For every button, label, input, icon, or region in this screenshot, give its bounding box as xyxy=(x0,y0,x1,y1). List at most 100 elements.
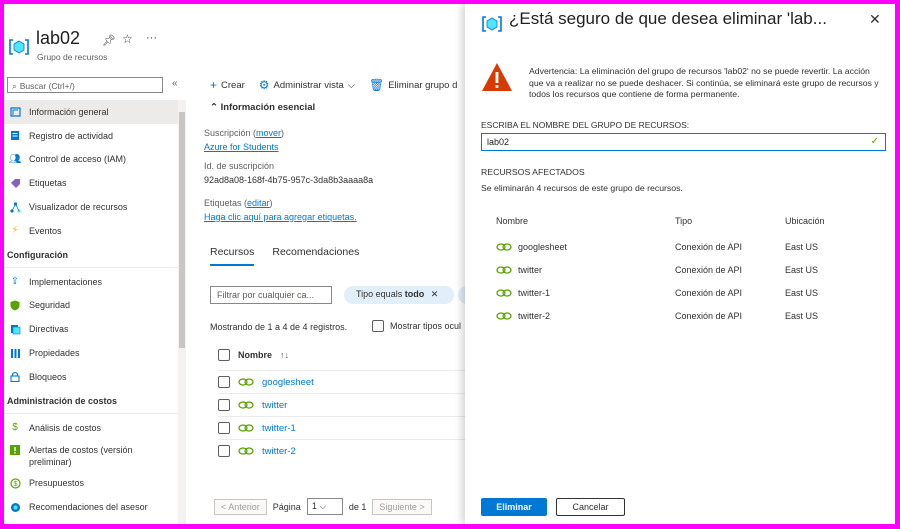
edit-tags-link[interactable]: editar xyxy=(247,198,270,208)
close-icon[interactable]: ✕ xyxy=(431,289,439,299)
scrollbar-thumb[interactable] xyxy=(179,112,185,348)
shield-icon xyxy=(9,299,21,311)
records-count: Mostrando de 1 a 4 de 4 registros. xyxy=(210,322,348,332)
table-row[interactable]: twitter-1 xyxy=(218,416,478,439)
page-subtitle: Grupo de recursos xyxy=(37,52,108,62)
sidebar-search-input[interactable]: ⌕ Buscar (Ctrl+/) xyxy=(7,77,163,93)
chevron-up-icon: ⌃ xyxy=(210,102,218,113)
manage-view-button[interactable]: ⚙ Administrar vista ⌵ xyxy=(259,78,355,92)
sidebar-item-label: Seguridad xyxy=(29,300,71,311)
gear-icon: ⚙ xyxy=(258,78,270,92)
sidebar-item-label: Propiedades xyxy=(29,348,80,359)
row-checkbox[interactable] xyxy=(218,422,230,434)
sidebar-item-cost-alerts[interactable]: Alertas de costos (versión preliminar) xyxy=(4,440,178,472)
sidebar-item-overview[interactable]: Información general xyxy=(4,100,178,124)
resource-link[interactable]: twitter-1 xyxy=(262,423,296,434)
create-label: Crear xyxy=(221,79,245,91)
show-hidden-checkbox[interactable] xyxy=(372,320,384,332)
events-icon: ⚡︎ xyxy=(11,225,19,237)
sidebar-item-properties[interactable]: Propiedades xyxy=(4,341,178,365)
affected-resources-desc: Se eliminarán 4 recursos de este grupo d… xyxy=(481,183,683,193)
iam-icon: 👥︎ xyxy=(8,153,22,165)
sidebar-item-policies[interactable]: Directivas xyxy=(4,317,178,341)
group-name-value: lab02 xyxy=(487,137,510,147)
select-all-checkbox[interactable] xyxy=(218,349,230,361)
table-row[interactable]: googlesheet xyxy=(218,370,478,393)
api-connection-icon xyxy=(238,447,254,455)
sidebar-item-activity-log[interactable]: Registro de actividad xyxy=(4,124,178,148)
type-filter-pill[interactable]: Tipo equals todo ✕ xyxy=(344,286,454,304)
group-name-input[interactable]: lab02 ✓ xyxy=(481,133,886,151)
sidebar-scrollbar[interactable] xyxy=(178,100,186,524)
table-row[interactable]: twitter xyxy=(218,393,478,416)
row-checkbox[interactable] xyxy=(218,445,230,457)
subscription-link[interactable]: Azure for Students xyxy=(204,142,279,152)
affected-name: twitter-1 xyxy=(518,288,551,298)
star-icon[interactable]: ☆ xyxy=(122,32,133,46)
sidebar-item-locks[interactable]: Bloqueos xyxy=(4,365,178,389)
sidebar-item-events[interactable]: ⚡︎ Eventos xyxy=(4,219,178,243)
affected-type: Conexión de API xyxy=(675,242,743,252)
delete-group-button[interactable]: 🗑︎ Eliminar grupo d xyxy=(369,78,457,92)
affected-row: twitter-2 Conexión de API East US xyxy=(465,307,895,330)
create-button[interactable]: + Crear xyxy=(210,78,245,92)
tab-recommendations[interactable]: Recomendaciones xyxy=(272,246,359,266)
sidebar-item-label: Registro de actividad xyxy=(29,130,114,141)
affected-name: googlesheet xyxy=(518,242,568,252)
sidebar-item-advisor[interactable]: Recomendaciones del asesor xyxy=(4,495,178,519)
column-name-header[interactable]: Nombre xyxy=(238,350,272,360)
sidebar-item-deployments[interactable]: ⇪ Implementaciones xyxy=(4,270,178,294)
sidebar: ⌕ Buscar (Ctrl+/) « Información general … xyxy=(4,74,188,524)
api-connection-icon xyxy=(496,243,512,251)
page-header: lab02 Grupo de recursos 📌︎ ☆ ··· xyxy=(4,4,474,74)
sidebar-item-label: Alertas de costos (versión preliminar) xyxy=(29,444,133,467)
delete-dialog: ¿Está seguro de que desea eliminar 'lab.… xyxy=(465,4,895,524)
previous-page-button[interactable]: < Anterior xyxy=(214,498,267,515)
confirm-delete-button[interactable]: Eliminar xyxy=(481,498,547,516)
sidebar-item-cost-analysis[interactable]: $ Análisis de costos xyxy=(4,416,178,440)
sidebar-item-security[interactable]: Seguridad xyxy=(4,294,178,318)
resource-link[interactable]: twitter-2 xyxy=(262,446,296,457)
search-placeholder: Buscar (Ctrl+/) xyxy=(19,81,75,91)
add-tags-link[interactable]: Haga clic aquí para agregar etiquetas. xyxy=(204,212,357,222)
affected-location: East US xyxy=(785,242,819,252)
move-link[interactable]: mover xyxy=(256,128,281,138)
deployments-icon: ⇪ xyxy=(10,276,20,288)
cancel-button[interactable]: Cancelar xyxy=(556,498,625,516)
table-row[interactable]: twitter-2 xyxy=(218,439,478,462)
pin-icon[interactable]: 📌︎ xyxy=(102,34,116,47)
filter-input[interactable]: Filtrar por cualquier ca... xyxy=(210,286,332,304)
close-icon[interactable]: ✕ xyxy=(869,11,881,28)
api-connection-icon xyxy=(238,378,254,386)
affected-row: twitter Conexión de API East US xyxy=(465,261,895,284)
sidebar-item-budgets[interactable]: $ Presupuestos xyxy=(4,472,178,496)
chevron-down-icon: ⌵ xyxy=(319,501,327,511)
resource-link[interactable]: googlesheet xyxy=(262,377,314,388)
sidebar-item-iam[interactable]: 👥︎ Control de acceso (IAM) xyxy=(4,148,178,172)
resource-group-icon xyxy=(482,16,502,32)
sidebar-item-label: Control de acceso (IAM) xyxy=(29,154,127,165)
sidebar-item-label: Visualizador de recursos xyxy=(29,202,128,213)
sidebar-item-resource-visualizer[interactable]: Visualizador de recursos xyxy=(4,195,178,219)
tab-resources[interactable]: Recursos xyxy=(210,246,255,266)
essentials-toggle[interactable]: ⌃ Información esencial xyxy=(210,102,315,113)
sidebar-item-tags[interactable]: Etiquetas xyxy=(4,171,178,195)
collapse-sidebar-icon[interactable]: « xyxy=(172,78,178,89)
row-checkbox[interactable] xyxy=(218,376,230,388)
search-icon: ⌕ xyxy=(12,80,17,91)
more-icon[interactable]: ··· xyxy=(146,32,157,44)
affected-name: twitter-2 xyxy=(518,311,551,321)
row-checkbox[interactable] xyxy=(218,399,230,411)
sidebar-item-label: Eventos xyxy=(29,225,62,236)
resource-visualizer-icon xyxy=(9,201,21,213)
sidebar-item-label: Recomendaciones del asesor xyxy=(29,502,148,513)
sidebar-item-label: Implementaciones xyxy=(29,276,103,287)
sort-icon[interactable]: ↑↓ xyxy=(280,350,289,360)
next-page-button[interactable]: Siguiente > xyxy=(372,498,432,515)
dialog-title: ¿Está seguro de que desea eliminar 'lab.… xyxy=(509,9,827,28)
show-hidden-label: Mostrar tipos ocul xyxy=(390,321,462,331)
sidebar-item-label: Directivas xyxy=(29,324,69,335)
show-hidden-types[interactable]: Mostrar tipos ocul xyxy=(372,320,461,332)
resource-link[interactable]: twitter xyxy=(262,400,287,411)
page-select[interactable]: 1 ⌵ xyxy=(306,498,343,515)
